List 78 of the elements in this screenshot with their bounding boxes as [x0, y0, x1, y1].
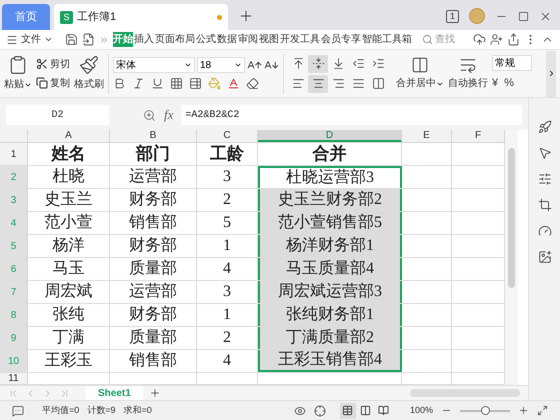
function-label[interactable]: fx [164, 105, 174, 125]
table-cell-text: 王彩玉销售部4 [278, 350, 382, 370]
cut-button[interactable]: 剪切 [36, 56, 70, 72]
table-cell-text: 张纯 [52, 304, 84, 325]
table-cell-text: 销售部 [129, 350, 177, 371]
ribbon-tab[interactable]: 公式 [196, 32, 216, 47]
table-cell-text: 2 [223, 190, 231, 210]
table-cell-text: 财务部 [129, 304, 177, 325]
row-header[interactable]: 11 [0, 373, 28, 384]
table-cell-text: 杨洋 [52, 236, 84, 256]
ribbon-tab[interactable]: 视图 [259, 32, 279, 47]
table-cell-text: 史玉兰 [44, 190, 92, 210]
copy-button[interactable]: 复制 [36, 76, 70, 90]
column-header[interactable]: D [258, 130, 402, 142]
table-cell-text: 3 [223, 167, 231, 187]
row-header[interactable]: 1 [0, 143, 28, 165]
status-stat: 求和=0 [124, 404, 152, 417]
table-cell-text: 4 [223, 351, 231, 371]
table-cell-text: 史玉兰财务部2 [278, 190, 382, 210]
format-painter-button[interactable]: 格式刷 [74, 55, 104, 92]
ribbon-tab[interactable]: 智能工具箱 [362, 32, 412, 47]
table-cell-text: 运营部 [129, 166, 177, 187]
number-format-select[interactable]: 常规 [492, 55, 532, 72]
table-cell-text: 丁满 [52, 328, 84, 348]
table-cell-text: 工龄 [210, 143, 244, 166]
table-cell-text: 丁满质量部2 [286, 328, 374, 348]
currency-button[interactable]: ¥ [492, 75, 498, 92]
name-box[interactable]: D2 [6, 105, 109, 125]
table-cell-text: 范小萱 [44, 212, 92, 233]
ribbon-tab[interactable]: 页面布局 [155, 32, 195, 47]
table-cell-text: 部门 [136, 143, 170, 166]
table-cell-text: 销售部 [129, 212, 177, 233]
table-cell-text: 姓名 [52, 143, 86, 166]
table-cell-text: 杨洋财务部1 [286, 236, 374, 256]
table-cell-text: 杜晓运营部3 [286, 168, 374, 188]
document-tab[interactable]: S 工作簿1 [54, 4, 228, 30]
table-cell-text: 4 [223, 259, 231, 279]
ribbon-tab[interactable]: 会员专享 [321, 32, 361, 47]
status-stat: 计数=9 [87, 404, 116, 417]
table-cell-text: 财务部 [129, 236, 177, 256]
table-cell-text: 1 [223, 305, 231, 325]
table-cell-text: 周宏斌 [44, 282, 92, 302]
column-header[interactable]: A [28, 130, 110, 142]
table-cell-text: 马玉 [52, 259, 84, 279]
wrap-text-button[interactable]: 自动换行 [448, 56, 488, 91]
table-cell-text: 1 [223, 236, 231, 256]
table-cell-text: 范小萱销售部5 [278, 212, 382, 233]
table-cell-text: 杜晓 [52, 166, 84, 187]
table-cell-text: 质量部 [129, 258, 177, 279]
percent-button[interactable]: % [504, 75, 514, 92]
window-count-badge[interactable]: 1 [446, 10, 459, 22]
table-cell-text: 合并 [312, 143, 346, 166]
merge-center-button[interactable]: 合并居中 [396, 56, 444, 91]
status-stat: 平均值=0 [42, 404, 80, 417]
tab-title: 工作簿1 [77, 10, 116, 25]
table-cell-text: 质量部 [129, 328, 177, 348]
table-cell-text: 3 [223, 282, 231, 302]
table-cell-text: 张纯财务部1 [286, 304, 374, 325]
formula-field[interactable]: =A2&B2&C2 [181, 105, 522, 125]
paste-button[interactable]: 粘贴 [4, 55, 32, 92]
font-select[interactable]: 宋体 [113, 57, 195, 73]
table-cell-text: 5 [223, 213, 231, 233]
zoom-level[interactable]: 100% [410, 404, 433, 418]
table-cell-text: 运营部 [129, 282, 177, 302]
table-cell-text: 王彩玉 [44, 351, 92, 371]
table-cell-text: 财务部 [129, 190, 177, 210]
ribbon-tab[interactable]: 开发工具 [280, 32, 320, 47]
font-size-select[interactable]: 18 [197, 57, 245, 73]
ribbon-tab[interactable]: 插入 [134, 32, 154, 47]
column-header[interactable]: B [110, 130, 197, 142]
ribbon-tab[interactable]: 数据 [217, 32, 237, 47]
file-menu[interactable]: 文件 [6, 32, 53, 47]
ribbon-tab[interactable]: 审阅 [238, 32, 258, 47]
spreadsheet-icon: S [60, 10, 73, 24]
table-cell-text: 马玉质量部4 [286, 258, 374, 279]
table-cell-text: 周宏斌运营部3 [278, 282, 382, 302]
column-header[interactable]: E [402, 130, 452, 142]
table-cell-text: 2 [223, 328, 231, 348]
